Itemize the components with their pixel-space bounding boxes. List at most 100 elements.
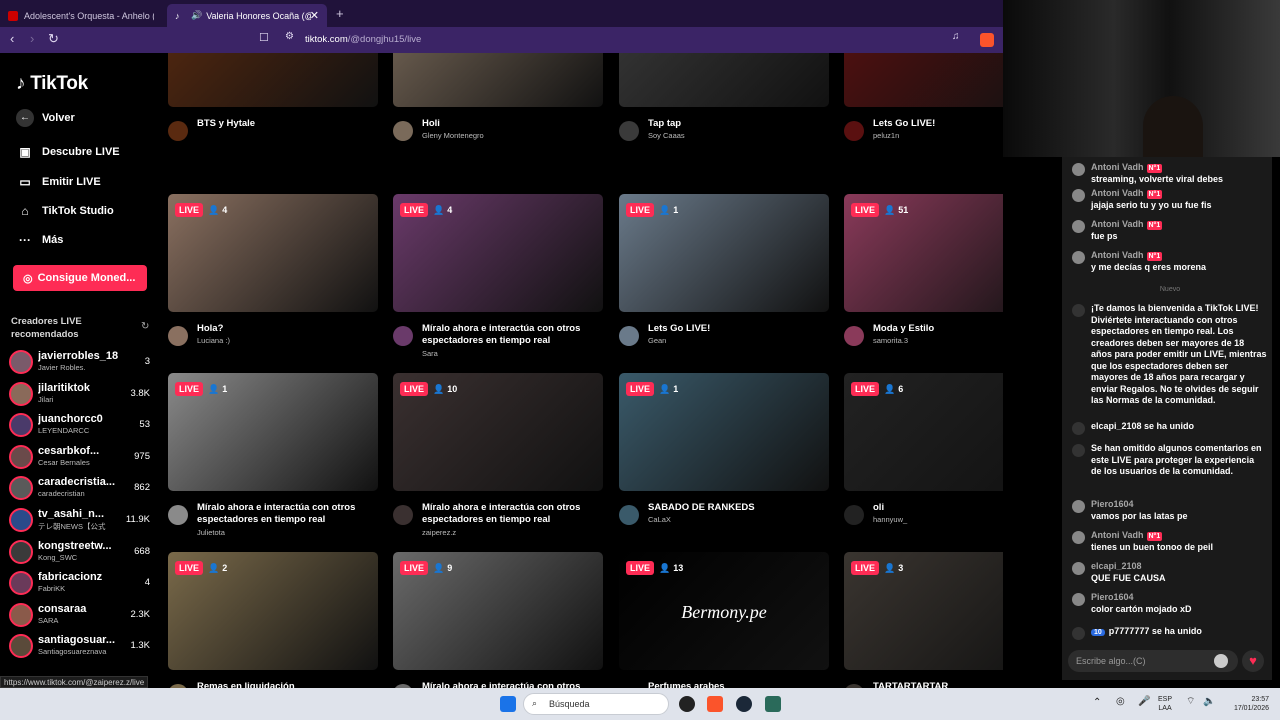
- tab-active[interactable]: ♪ 🔊 Valeria Honores Ocaña (@do ✕: [167, 4, 327, 27]
- chat-username[interactable]: Piero1604: [1091, 499, 1134, 511]
- avatar: [619, 326, 639, 346]
- live-thumbnail[interactable]: LIVE 👤 4: [168, 194, 378, 312]
- chat-username[interactable]: elcapi_2108: [1091, 561, 1142, 573]
- tray-app-icon[interactable]: ◎: [1116, 697, 1125, 707]
- chat-input[interactable]: Escribe algo...(C): [1068, 650, 1238, 672]
- live-title[interactable]: BTS y Hytale: [197, 118, 377, 130]
- url-field[interactable]: tiktok.com/@dongjhu15/live: [305, 34, 421, 45]
- live-author[interactable]: Luciana :): [197, 336, 230, 345]
- brave-shield-icon[interactable]: [980, 33, 994, 47]
- live-author[interactable]: samorita.3: [873, 336, 908, 345]
- bookmark-icon[interactable]: ☐: [259, 31, 269, 44]
- live-author[interactable]: peluz1n: [873, 131, 899, 140]
- live-title[interactable]: oli: [873, 502, 1003, 514]
- chat-username[interactable]: Antoni Vadh N°1: [1091, 162, 1163, 174]
- live-thumbnail[interactable]: LIVE 👤 10: [393, 373, 603, 491]
- live-title[interactable]: Míralo ahora e interactúa con otros espe…: [197, 502, 377, 526]
- chat-text: tienes un buen tonoo de peil: [1091, 542, 1214, 552]
- avatar: [1072, 500, 1085, 513]
- live-title[interactable]: Remas en liquidación: [197, 681, 377, 688]
- live-title[interactable]: SABADO DE RANKEDS: [648, 502, 828, 514]
- site-info-icon[interactable]: ⚙: [285, 31, 294, 42]
- reload-icon[interactable]: ↻: [48, 31, 59, 47]
- level-badge: 10: [1091, 629, 1105, 636]
- chat-username[interactable]: Antoni Vadh N°1: [1091, 188, 1163, 200]
- live-thumbnail[interactable]: LIVE 👤 1: [168, 373, 378, 491]
- windows-start-icon[interactable]: [500, 696, 516, 712]
- brave-icon[interactable]: [707, 696, 723, 712]
- live-author[interactable]: Julietota: [197, 528, 225, 537]
- live-thumbnail[interactable]: LIVE 👤 13 Bermony.pe: [619, 552, 829, 670]
- live-thumbnail[interactable]: LIVE 👤 9: [393, 552, 603, 670]
- live-thumbnail[interactable]: LIVE 👤 2: [168, 552, 378, 670]
- viewers-icon: 👤: [884, 562, 896, 573]
- viewers-icon: 👤: [659, 562, 671, 573]
- avatar: [1072, 189, 1085, 202]
- language-indicator[interactable]: ESP LAA: [1158, 695, 1172, 713]
- live-title[interactable]: Míralo ahora e interactúa con otros: [422, 681, 602, 688]
- tab-inactive[interactable]: Adolescent's Orquesta - Anhelo (Letr: [0, 4, 165, 27]
- rank-badge: N°1: [1146, 252, 1163, 261]
- new-tab-button[interactable]: +: [336, 6, 344, 21]
- wifi-icon[interactable]: ⌔: [1186, 697, 1195, 707]
- live-author[interactable]: zaiperez.z: [422, 528, 456, 537]
- live-badge: LIVE 👤 6: [851, 382, 903, 396]
- live-thumbnail[interactable]: LIVE 👤 1: [619, 373, 829, 491]
- tray-chevron-icon[interactable]: ⌃: [1093, 698, 1101, 708]
- chat-username[interactable]: Piero1604: [1091, 592, 1134, 604]
- live-thumbnail[interactable]: LIVE 👤 4: [393, 194, 603, 312]
- live-author[interactable]: CaLaX: [648, 515, 671, 524]
- volume-icon[interactable]: 🔈: [1203, 697, 1215, 707]
- live-title[interactable]: Perfumes arabes: [648, 681, 828, 688]
- live-thumbnail[interactable]: [168, 53, 378, 107]
- close-tab-icon[interactable]: ✕: [310, 9, 319, 22]
- live-title[interactable]: Tap tap: [648, 118, 828, 130]
- mic-icon[interactable]: 🎤: [1138, 697, 1150, 707]
- chat-username[interactable]: Antoni Vadh N°1: [1091, 250, 1163, 262]
- chat-text: fue ps: [1091, 231, 1118, 241]
- rank-badge: N°1: [1146, 164, 1163, 173]
- live-title[interactable]: Míralo ahora e interactúa con otros espe…: [422, 502, 602, 526]
- live-author[interactable]: hannyuw_: [873, 515, 907, 524]
- live-title[interactable]: Lets Go LIVE!: [873, 118, 1003, 130]
- live-badge: LIVE 👤 4: [175, 203, 227, 217]
- live-title[interactable]: Holi: [422, 118, 602, 130]
- live-thumbnail[interactable]: LIVE 👤 1: [619, 194, 829, 312]
- live-thumbnail[interactable]: [393, 53, 603, 107]
- forward-icon[interactable]: ›: [30, 31, 34, 46]
- live-thumbnail[interactable]: LIVE 👤 51: [844, 194, 1003, 312]
- live-title[interactable]: Moda y Estilo: [873, 323, 1003, 335]
- live-badge: LIVE 👤 2: [175, 561, 227, 575]
- avatar: [1072, 531, 1085, 544]
- chat-username[interactable]: Antoni Vadh N°1: [1091, 530, 1163, 542]
- like-heart-button[interactable]: ♥: [1242, 650, 1264, 672]
- youtube-icon: [8, 10, 18, 21]
- rank-badge: N°1: [1146, 221, 1163, 230]
- taskbar-search[interactable]: ⌕ Búsqueda: [523, 693, 669, 715]
- viewers-icon: 👤: [208, 383, 220, 394]
- live-author[interactable]: Soy Caaas: [648, 131, 685, 140]
- back-icon[interactable]: ‹: [10, 31, 14, 46]
- live-title[interactable]: Hola?: [197, 323, 377, 335]
- steam-icon[interactable]: [736, 696, 752, 712]
- live-author[interactable]: Sara: [422, 349, 438, 358]
- live-thumbnail[interactable]: LIVE 👤 6: [844, 373, 1003, 491]
- chat-username[interactable]: Antoni Vadh N°1: [1091, 219, 1163, 231]
- live-title[interactable]: Lets Go LIVE!: [648, 323, 828, 335]
- live-author[interactable]: Gean: [648, 336, 666, 345]
- app-icon-1[interactable]: [679, 696, 695, 712]
- mute-icon[interactable]: ♫: [952, 31, 960, 42]
- tab-bar: Adolescent's Orquesta - Anhelo (Letr ♪ 🔊…: [0, 0, 1003, 27]
- live-thumbnail[interactable]: [844, 53, 1003, 107]
- emoji-icon[interactable]: [1214, 654, 1228, 668]
- live-author[interactable]: Gleny Montenegro: [422, 131, 484, 140]
- app-icon-2[interactable]: [765, 696, 781, 712]
- avatar: [844, 121, 864, 141]
- chat-text: y me decías q eres morena: [1091, 262, 1207, 272]
- live-thumbnail[interactable]: [619, 53, 829, 107]
- live-title[interactable]: Míralo ahora e interactúa con otros espe…: [422, 323, 602, 347]
- live-title[interactable]: TARTARTARTAR: [873, 681, 1003, 688]
- clock[interactable]: 23:57 17/01/2026: [1225, 695, 1269, 713]
- viewers-icon: 👤: [208, 204, 220, 215]
- live-thumbnail[interactable]: LIVE 👤 3: [844, 552, 1003, 670]
